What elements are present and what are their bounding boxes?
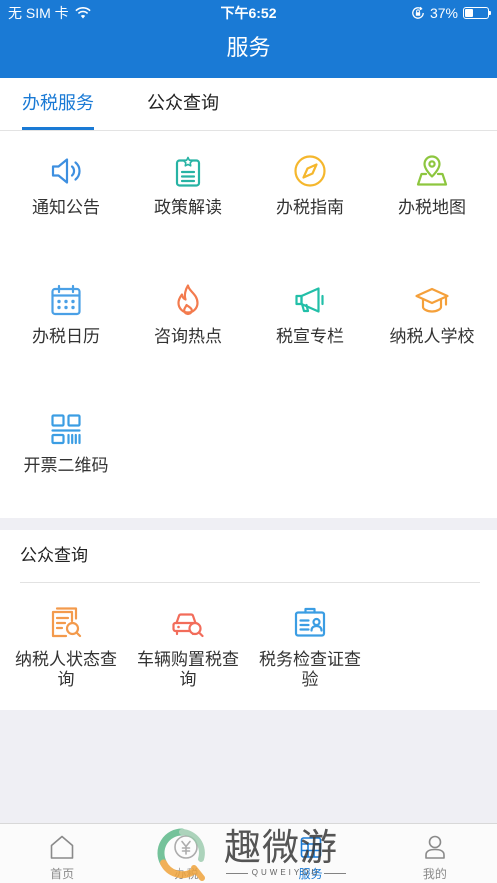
rotation-lock-icon xyxy=(411,6,425,20)
public-query-list: 纳税人状态查询 车辆购置税查询 税务检查证查验 xyxy=(0,583,497,710)
service-item-qr-code[interactable]: 开票二维码 xyxy=(5,389,127,518)
query-item-label: 纳税人状态查询 xyxy=(15,650,117,689)
query-item-vehicle-tax[interactable]: 车辆购置税查询 xyxy=(127,583,249,710)
graduation-cap-icon xyxy=(414,282,450,318)
service-item-label: 纳税人学校 xyxy=(389,327,475,346)
service-item-label: 税宣专栏 xyxy=(276,327,344,346)
status-bar: 无 SIM 卡 下午6:52 37% xyxy=(0,0,497,26)
carrier-label: 无 SIM 卡 xyxy=(8,5,69,21)
wifi-icon xyxy=(75,7,91,19)
megaphone-icon xyxy=(292,282,328,318)
speaker-icon xyxy=(48,153,84,189)
battery-percent: 37% xyxy=(429,5,458,21)
service-item-label: 咨询热点 xyxy=(154,327,222,346)
tab-tax-services[interactable]: 办税服务 xyxy=(22,78,94,130)
query-item-label: 车辆购置税查询 xyxy=(137,650,239,689)
status-time: 下午6:52 xyxy=(220,5,277,21)
service-item-label: 办税日历 xyxy=(32,327,100,346)
service-item-school[interactable]: 纳税人学校 xyxy=(371,260,493,389)
car-search-icon xyxy=(170,604,206,640)
service-item-hot-topics[interactable]: 咨询热点 xyxy=(127,260,249,389)
tab-public-query[interactable]: 公众查询 xyxy=(147,78,219,130)
app-header: 无 SIM 卡 下午6:52 37% 服务 xyxy=(0,0,497,78)
calendar-icon xyxy=(48,282,84,318)
query-item-inspection-cert[interactable]: 税务检查证查验 xyxy=(249,583,371,710)
document-search-icon xyxy=(48,604,84,640)
tabbar-item-label: 首页 xyxy=(50,867,75,881)
service-item-label: 通知公告 xyxy=(32,198,100,217)
status-right: 37% xyxy=(411,4,491,22)
service-item-policy[interactable]: 政策解读 xyxy=(127,131,249,260)
battery-fill xyxy=(465,9,474,17)
service-grid: 通知公告 政策解读 办税指南 办税地图 办税日历 咨询热点 税宣专栏 纳税人学校… xyxy=(0,131,497,518)
tax-icon xyxy=(172,833,200,861)
profile-icon xyxy=(421,833,449,861)
status-left: 无 SIM 卡 xyxy=(8,4,91,22)
service-item-map[interactable]: 办税地图 xyxy=(371,131,493,260)
flame-icon xyxy=(170,282,206,318)
service-item-promotion[interactable]: 税宣专栏 xyxy=(249,260,371,389)
map-pin-icon xyxy=(414,153,450,189)
section-heading: 公众查询 xyxy=(20,530,480,583)
qr-code-icon xyxy=(48,411,84,447)
tabbar-item-home[interactable]: 首页 xyxy=(0,824,124,883)
service-item-label: 开票二维码 xyxy=(23,456,109,475)
service-item-label: 办税指南 xyxy=(276,198,344,217)
top-tabs: 办税服务 公众查询 xyxy=(0,78,497,131)
service-item-guide[interactable]: 办税指南 xyxy=(249,131,371,260)
tabbar-item-service[interactable]: 服务 xyxy=(249,824,373,883)
page-title: 服务 xyxy=(226,35,271,60)
service-item-notice[interactable]: 通知公告 xyxy=(5,131,127,260)
service-icon xyxy=(297,833,325,861)
service-item-calendar[interactable]: 办税日历 xyxy=(5,260,127,389)
id-card-icon xyxy=(292,604,328,640)
service-item-label: 政策解读 xyxy=(154,198,222,217)
public-query-section: 公众查询 纳税人状态查询 车辆购置税查询 税务检查证查验 xyxy=(0,530,497,710)
tabbar-item-label: 办税 xyxy=(174,867,199,881)
tabbar-item-profile[interactable]: 我的 xyxy=(373,824,497,883)
home-icon xyxy=(48,833,76,861)
tabbar-item-tax[interactable]: 办税 xyxy=(124,824,248,883)
query-item-taxpayer-status[interactable]: 纳税人状态查询 xyxy=(5,583,127,710)
tabbar-item-label: 服务 xyxy=(298,867,323,881)
clipboard-star-icon xyxy=(170,153,206,189)
battery-icon xyxy=(463,7,491,19)
service-item-label: 办税地图 xyxy=(398,198,466,217)
bottom-tab-bar: 首页 办税 服务 我的 xyxy=(0,823,497,883)
tabbar-item-label: 我的 xyxy=(422,867,447,881)
compass-icon xyxy=(292,153,328,189)
query-item-label: 税务检查证查验 xyxy=(259,650,361,689)
